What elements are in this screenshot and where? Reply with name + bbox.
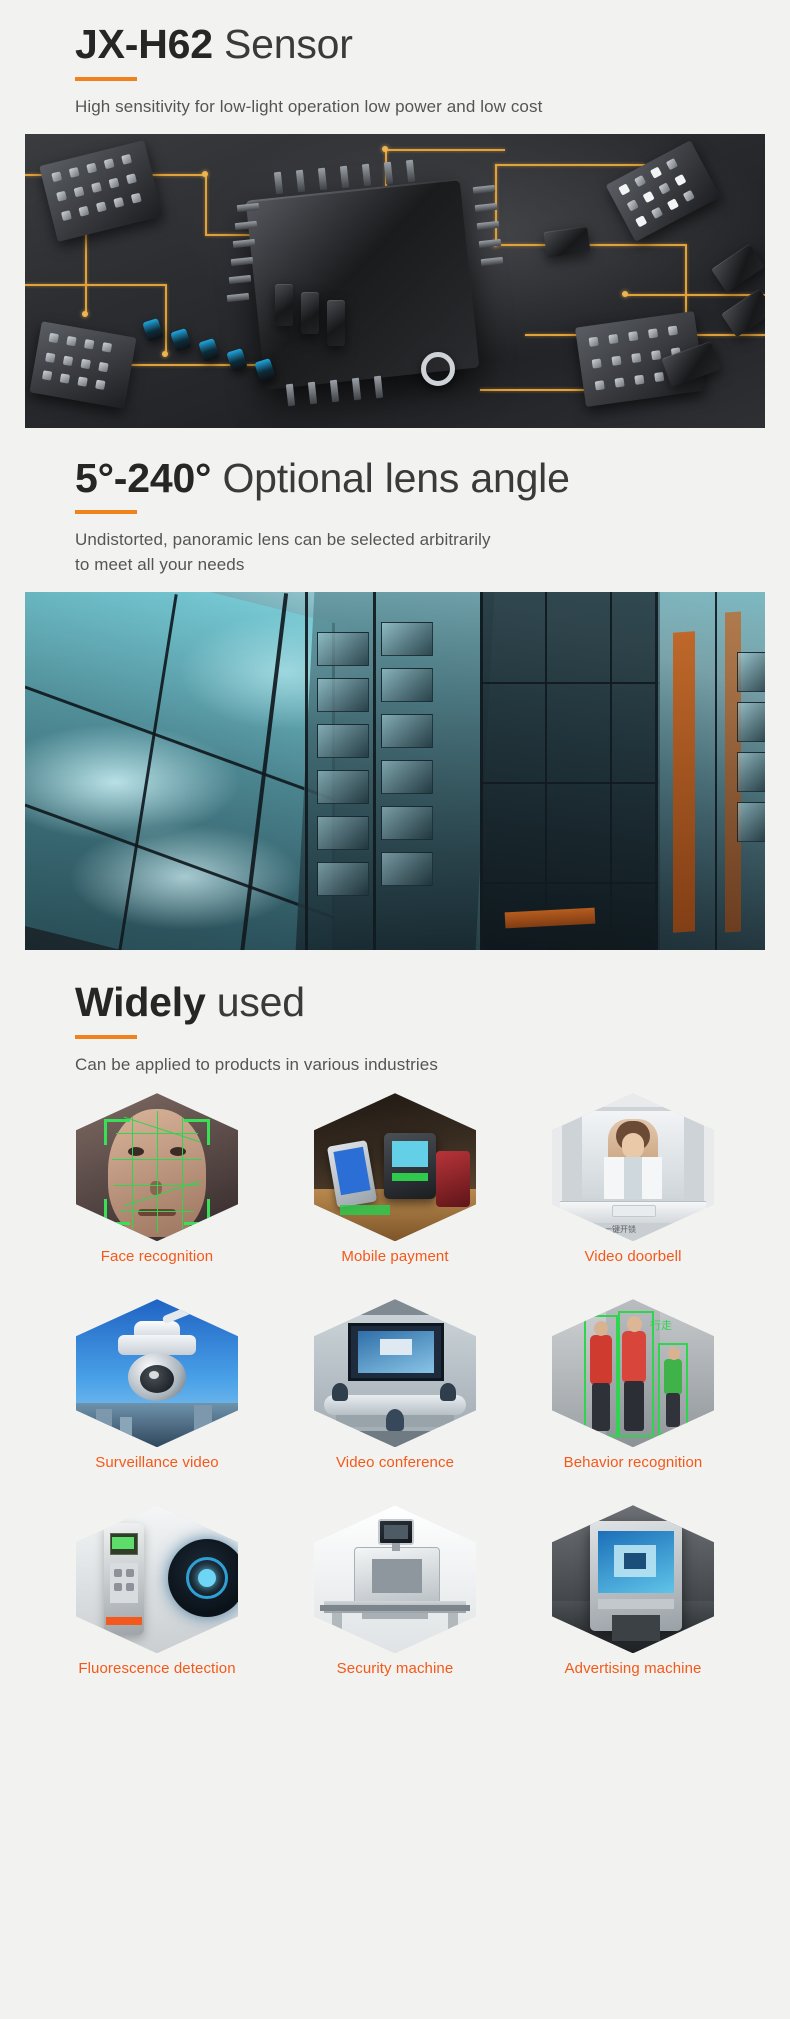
application-label: Surveillance video [95,1454,219,1472]
mobile-payment-photo [314,1093,476,1242]
application-label: Video conference [335,1454,455,1472]
circuit-board-photo [25,133,765,428]
accent-rule [75,1034,137,1039]
lens-heading-bold: 5°-240° [75,454,212,501]
accent-rule [75,76,137,81]
sensor-subtitle: High sensitivity for low-light operation… [75,96,543,116]
application-label: Video doorbell [584,1248,682,1266]
page-title: JX-H62 Sensor [75,21,790,68]
application-label: Security machine [336,1660,454,1678]
behavior-overlay-text: 行走 [650,1319,672,1333]
application-item[interactable]: Surveillance video [38,1299,276,1471]
lens-title: 5°-240° Optional lens angle [75,454,790,502]
widely-heading-wrap: Widely used Can be applied to products i… [0,978,790,1078]
sensor-heading-bold: JX-H62 [75,21,213,67]
sensor-heading-light: Sensor [212,21,353,67]
video-doorbell-photo: 一键开锁 [552,1093,714,1242]
lens-heading-wrap: 5°-240° Optional lens angle Undistorted,… [0,454,790,578]
application-item[interactable]: Fluorescence detection [38,1505,276,1677]
application-item[interactable]: 一键开锁 Video doorbell [514,1093,752,1265]
application-item[interactable]: Video conference [276,1299,514,1471]
face-recognition-photo [76,1093,238,1242]
section-lens-angle: 5°-240° Optional lens angle Undistorted,… [0,428,790,950]
advertising-display-photo [552,1505,714,1654]
security-scanner-photo [314,1505,476,1654]
application-item[interactable]: Face recognition [38,1093,276,1265]
application-item[interactable]: Security machine [276,1505,514,1677]
widely-title: Widely used [75,978,790,1026]
glass-building-photo [25,591,765,950]
fluorescence-detection-photo [76,1505,238,1654]
widely-heading-light: used [205,978,305,1025]
widely-heading-bold: Widely [75,978,206,1025]
application-label: Advertising machine [564,1660,702,1678]
doorbell-overlay-text: 一键开锁 [604,1225,636,1235]
application-item[interactable]: Mobile payment [276,1093,514,1265]
application-label: Fluorescence detection [78,1660,236,1678]
surveillance-camera-photo [76,1299,238,1448]
lens-subtitle: Undistorted, panoramic lens can be selec… [75,530,491,575]
application-label: Face recognition [100,1248,214,1266]
video-conference-photo [314,1299,476,1448]
sensor-heading-wrap: JX-H62 Sensor High sensitivity for low-l… [0,21,790,120]
application-item[interactable]: Advertising machine [514,1505,752,1677]
lens-heading-light: Optional lens angle [211,454,570,501]
section-sensor: JX-H62 Sensor High sensitivity for low-l… [0,0,790,428]
accent-rule [75,510,137,515]
application-label: Behavior recognition [563,1454,703,1472]
lens-ring-decor [421,351,455,386]
applications-grid: Face recognition Mobile payment 一键开锁 Vid… [0,1093,790,1677]
product-detail-page: JX-H62 Sensor High sensitivity for low-l… [0,0,790,2019]
widely-subtitle: Can be applied to products in various in… [75,1054,438,1074]
behavior-recognition-photo[interactable]: 行走 Behavior recognition [514,1299,752,1471]
section-widely-used: Widely used Can be applied to products i… [0,950,790,1677]
application-label: Mobile payment [341,1248,449,1266]
